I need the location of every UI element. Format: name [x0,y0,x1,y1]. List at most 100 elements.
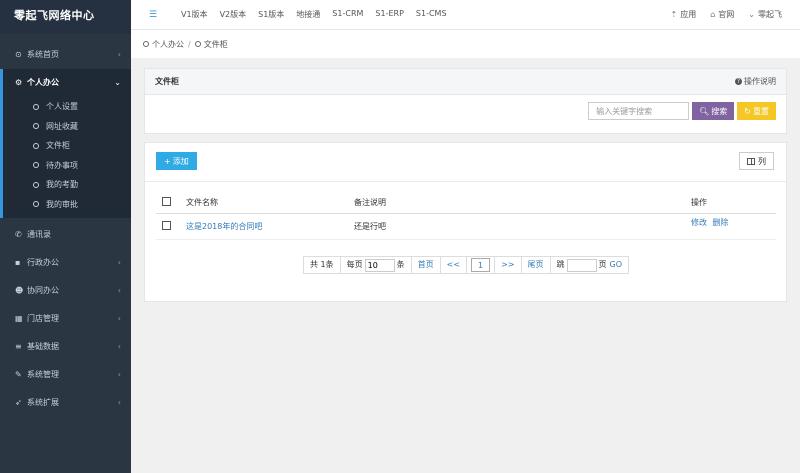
home-circle-icon: ⊙ [15,50,22,59]
row-actions: 修改 删除 [691,214,776,228]
sidebar-subitem-files[interactable]: 文件柜 [3,136,131,156]
circle-icon [33,162,39,169]
per-page: 每页 条 [340,257,412,273]
search-input[interactable] [588,102,690,120]
breadcrumb-separator: / [188,39,191,49]
next-page-link[interactable]: >> [495,257,522,273]
sidebar-subitem-settings[interactable]: 个人设置 [3,97,131,117]
chevron-left-icon: ‹ [117,342,121,351]
circle-icon [33,181,39,188]
file-note: 还是行吧 [354,222,386,231]
menu-toggle-icon[interactable]: ☰ [149,10,159,20]
database-icon: ≡ [15,342,22,351]
sidebar-subitem-todo[interactable]: 待办事项 [3,156,131,176]
top-navbar: ☰ V1版本 V2版本 S1版本 地接通 S1-CRM S1-ERP S1-CM… [131,0,800,30]
prev-page-link[interactable]: << [440,257,468,273]
search-row: 🔍︎搜索 ↻重置 [588,102,776,120]
sidebar-item-personal[interactable]: ⚙ 个人办公 ⌄ [0,69,131,97]
per-page-input[interactable] [364,258,395,272]
select-all-checkbox[interactable] [162,196,171,206]
sidebar-item-extensions[interactable]: ➶ 系统扩展 ‹ [0,389,131,417]
sidebar-item-admin[interactable]: ▪ 行政办公 ‹ [0,249,131,277]
breadcrumb-files[interactable]: 文件柜 [194,39,228,50]
rocket-icon: ➶ [15,398,22,407]
search-icon: 🔍︎ [699,106,710,116]
refresh-icon: ↻ [744,106,751,116]
page-number-wrapper: 1 [467,257,496,273]
sidebar-item-sysadmin[interactable]: ✎ 系统管理 ‹ [0,361,131,389]
sidebar: 零起飞网络中心 ⊙ 系统首页 ‹ ⚙ 个人办公 ⌄ 个人设置 网址收藏 文件柜 … [0,0,131,473]
current-page[interactable]: 1 [471,258,491,272]
top-right-links: ⇡ 应用 ⌂ 官网 ⌄ 零起飞 [657,9,782,20]
circle-icon [33,142,39,149]
briefcase-icon: ▪ [15,258,21,267]
add-button[interactable]: + 添加 [156,152,197,170]
personal-submenu: 个人设置 网址收藏 文件柜 待办事项 我的考勤 我的审批 [0,97,131,218]
chevron-left-icon: ‹ [117,398,121,407]
circle-icon [194,41,201,47]
topnav-s1-erp[interactable]: S1-ERP [369,9,410,20]
chevron-left-icon: ‹ [117,50,121,59]
go-button[interactable]: GO [607,257,623,273]
header-actions: 操作 [691,197,707,207]
website-link[interactable]: ⌂ 官网 [710,9,734,20]
sidebar-item-basedata[interactable]: ≡ 基础数据 ‹ [0,333,131,361]
jump-page-input[interactable] [566,258,597,272]
sidebar-item-contacts[interactable]: ✆ 通讯录 [0,221,131,249]
last-page-link[interactable]: 尾页 [521,257,551,273]
reset-button[interactable]: ↻ 重置 [737,102,776,120]
topnav-v1[interactable]: V1版本 [175,9,214,20]
circle-icon [33,123,39,130]
breadcrumb-personal[interactable]: 个人办公 [143,39,184,50]
circle-icon [143,41,149,47]
apps-link[interactable]: ⇡ 应用 [671,9,697,20]
sidebar-subitem-approvals[interactable]: 我的审批 [3,195,131,215]
search-button[interactable]: 🔍︎ 搜索 [692,102,735,120]
breadcrumb: 个人办公 / 文件柜 [131,30,800,58]
help-link[interactable]: ? 操作说明 [735,76,776,87]
columns-icon [747,157,755,165]
topnav-v2[interactable]: V2版本 [214,9,253,20]
first-page-link[interactable]: 首页 [411,257,441,273]
brand-title: 零起飞网络中心 [0,0,131,34]
question-icon: ? [735,78,742,85]
circle-icon [33,103,39,110]
user-menu[interactable]: ⌄ 零起飞 [748,9,782,20]
circle-icon [33,201,39,208]
chevron-left-icon: ‹ [117,258,121,267]
table-header: 文件名称 备注说明 操作 [156,191,776,214]
sidebar-subitem-bookmarks[interactable]: 网址收藏 [3,117,131,137]
edit-link[interactable]: 修改 [691,218,707,227]
header-note: 备注说明 [354,197,386,207]
columns-button[interactable]: 列 [739,152,774,170]
topnav-s1-crm[interactable]: S1-CRM [326,9,369,20]
filter-panel: 文件柜 ?操作说明 🔍︎搜索 ↻重置 [144,68,787,134]
topnav-s1[interactable]: S1版本 [252,9,290,20]
list-panel: + 添加 列 文件名称 备注说明 操作 这是2018年的合同吧 还是行吧 修改 删… [144,142,787,302]
topnav-s1-cms[interactable]: S1-CMS [410,9,453,20]
sidebar-item-collab[interactable]: ☻ 协同办公 ‹ [0,277,131,305]
phone-icon: ✆ [15,230,22,239]
upload-icon: ⇡ [670,10,678,19]
home-icon: ⌂ [710,10,716,19]
sidebar-item-home[interactable]: ⊙ 系统首页 ‹ [0,41,131,69]
page-title: 文件柜 [155,77,179,86]
chevron-down-icon: ⌄ [114,78,121,87]
table-row: 这是2018年的合同吧 还是行吧 修改 删除 [156,214,776,240]
pagination: 共 1条 每页 条 首页 << 1 >> 尾页 跳 页 GO [303,256,630,274]
delete-link[interactable]: 删除 [713,218,729,227]
sidebar-item-stores[interactable]: ▦ 门店管理 ‹ [0,305,131,333]
users-icon: ☻ [15,286,24,295]
wrench-icon: ✎ [15,370,22,379]
topnav-dijietong[interactable]: 地接通 [290,9,326,20]
files-table: 文件名称 备注说明 操作 这是2018年的合同吧 还是行吧 修改 删除 [156,191,776,240]
divider [145,181,786,182]
chevron-left-icon: ‹ [117,314,121,323]
sidebar-subitem-attendance[interactable]: 我的考勤 [3,175,131,195]
chevron-left-icon: ‹ [117,286,121,295]
file-name-link[interactable]: 这是2018年的合同吧 [186,222,262,231]
gear-icon: ⚙ [15,78,23,87]
filter-panel-header: 文件柜 ? 操作说明 [145,69,786,95]
total-count: 共 1条 [304,257,341,273]
row-checkbox[interactable] [162,221,171,230]
